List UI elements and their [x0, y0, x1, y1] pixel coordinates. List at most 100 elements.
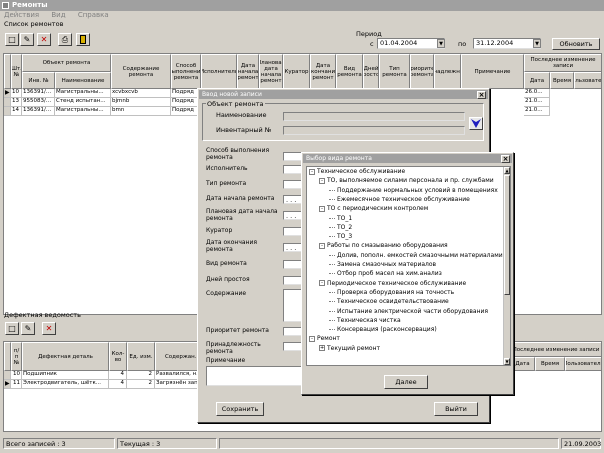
- col-method-header[interactable]: Способ выполнения ремонта: [171, 54, 201, 89]
- table-row-cell[interactable]: Подшипник: [22, 371, 109, 380]
- defect-delete-button[interactable]: ✕: [42, 322, 56, 335]
- tree-item[interactable]: - Ремонт: [309, 335, 340, 342]
- close-button[interactable]: ×: [477, 91, 486, 99]
- close-button[interactable]: ×: [501, 155, 510, 163]
- col-num-header[interactable]: Шт. №: [11, 54, 22, 89]
- defect-col-num-header[interactable]: п/п №: [11, 342, 22, 371]
- col-days-header[interactable]: Дней простоя: [363, 54, 379, 89]
- table-row-cell[interactable]: bmn: [111, 107, 171, 116]
- tree-item[interactable]: Долив, пополн. емкостей смазочными матер…: [329, 252, 503, 259]
- table-row-cell[interactable]: 4: [109, 380, 127, 389]
- repair-kind-tree[interactable]: - Техническое обслуживание - ТО, выполняемо…: [306, 166, 511, 366]
- menu-item-help[interactable]: Справка: [78, 11, 109, 19]
- select-object-button[interactable]: [469, 117, 483, 130]
- scroll-thumb[interactable]: [504, 175, 510, 295]
- tree-item[interactable]: - Работы по смазыванию оборудования: [319, 242, 448, 249]
- tree-item[interactable]: Техническая чистка: [329, 317, 401, 324]
- col-belongs-header[interactable]: Принадлежность: [434, 54, 461, 89]
- col-plan-header[interactable]: Плановая дата начала ремонт: [259, 54, 283, 89]
- table-row-cell[interactable]: 10: [11, 371, 22, 380]
- col-kind-header[interactable]: Вид ремонта: [336, 54, 363, 89]
- table-row-cell[interactable]: 955083/...: [22, 98, 55, 107]
- table-row-cell[interactable]: 11: [11, 380, 22, 389]
- table-row-cell[interactable]: Электродвигатель, шётк...: [22, 380, 109, 389]
- exit-button[interactable]: [76, 33, 90, 46]
- table-row-cell[interactable]: 14: [11, 107, 22, 116]
- edit-record-button[interactable]: ✎: [20, 33, 34, 46]
- collapse-icon[interactable]: -: [319, 205, 325, 212]
- scroll-down-icon[interactable]: ▼: [504, 358, 510, 365]
- table-row-cell[interactable]: Стенд испытан...: [55, 98, 111, 107]
- next-button[interactable]: Далее: [384, 375, 428, 389]
- tree-item[interactable]: ТО_1: [329, 215, 352, 222]
- table-row-cell[interactable]: Магистральны...: [55, 89, 111, 98]
- col-inv-header[interactable]: Инв. №: [22, 72, 55, 89]
- col-type-header[interactable]: Тип ремонта: [379, 54, 410, 89]
- defect-col-time-header[interactable]: Время: [535, 357, 565, 371]
- table-row-cell[interactable]: 2: [127, 380, 155, 389]
- tree-scrollbar[interactable]: ▲ ▼: [503, 167, 510, 365]
- tree-item[interactable]: + Текущий ремонт: [319, 345, 380, 352]
- inv-field[interactable]: [283, 126, 465, 135]
- col-content-header[interactable]: Содержание ремонта: [111, 54, 171, 89]
- collapse-icon[interactable]: -: [319, 177, 325, 184]
- table-row-cell[interactable]: 21.0...: [524, 98, 550, 107]
- table-row-cell[interactable]: 21.0...: [524, 107, 550, 116]
- period-to-field[interactable]: 31.12.2004: [473, 38, 541, 49]
- print-button[interactable]: ⎙: [58, 33, 72, 46]
- table-row-cell[interactable]: Магистральны...: [55, 107, 111, 116]
- tree-item[interactable]: ТО_2: [329, 224, 352, 231]
- collapse-icon[interactable]: -: [309, 168, 315, 175]
- tree-item[interactable]: Испытание электрической части оборудован…: [329, 308, 488, 315]
- period-from-field[interactable]: 01.04.2004: [377, 38, 445, 49]
- exit-dialog-button[interactable]: Выйти: [434, 402, 478, 416]
- defect-col-user-header[interactable]: Пользователь: [565, 357, 601, 371]
- col-curator-header[interactable]: Куратор: [283, 54, 310, 89]
- scroll-up-icon[interactable]: ▲: [504, 167, 510, 174]
- col-note-header[interactable]: Примечание: [461, 54, 524, 89]
- menu-item-view[interactable]: Вид: [51, 11, 65, 19]
- tree-item[interactable]: - Периодическое техническое обслуживание: [319, 280, 466, 287]
- tree-item[interactable]: Ежемесячное техническое обслуживание: [329, 196, 470, 203]
- tree-item[interactable]: Отбор проб масел на хим.анализ: [329, 270, 442, 277]
- name-field[interactable]: [283, 112, 465, 121]
- col-time-header[interactable]: Время: [550, 72, 574, 89]
- col-name-header[interactable]: Наименование: [55, 72, 111, 89]
- table-row-cell[interactable]: 136391/...: [22, 107, 55, 116]
- table-row-cell[interactable]: 26.0...: [524, 89, 550, 98]
- expand-icon[interactable]: +: [319, 345, 325, 352]
- table-row-cell[interactable]: 10: [11, 89, 22, 98]
- tree-item[interactable]: Техническое освидетельствование: [329, 298, 449, 305]
- defect-new-button[interactable]: □: [5, 322, 19, 335]
- table-row-cell[interactable]: 2: [127, 371, 155, 380]
- col-user-header[interactable]: Пользователь: [574, 72, 601, 89]
- menu-item-actions[interactable]: Действия: [4, 11, 39, 19]
- col-end-header[interactable]: Дата окончания ремонт: [310, 54, 336, 89]
- defect-edit-button[interactable]: ✎: [21, 322, 35, 335]
- col-executor-header[interactable]: Исполнитель: [201, 54, 237, 89]
- table-row-cell[interactable]: 136391/...: [22, 89, 55, 98]
- col-priority-header[interactable]: Приоритет ремонта: [410, 54, 434, 89]
- collapse-icon[interactable]: -: [319, 280, 325, 287]
- table-row-cell[interactable]: 4: [109, 371, 127, 380]
- defect-col-qty-header[interactable]: Кол-во: [109, 342, 127, 371]
- tree-item[interactable]: - ТО с периодическим контролем: [319, 205, 428, 212]
- table-row-cell[interactable]: xcvbxcvb: [111, 89, 171, 98]
- save-button[interactable]: Сохранить: [216, 402, 264, 416]
- tree-item[interactable]: ТО_3: [329, 233, 352, 240]
- collapse-icon[interactable]: -: [319, 242, 325, 249]
- to-dropdown-button[interactable]: ▼: [533, 39, 541, 48]
- table-row-cell[interactable]: bjmnb: [111, 98, 171, 107]
- new-record-button[interactable]: □: [5, 33, 19, 46]
- collapse-icon[interactable]: -: [309, 335, 315, 342]
- tree-item[interactable]: Проверка оборудования на точность: [329, 289, 454, 296]
- tree-item[interactable]: - Техническое обслуживание: [309, 168, 405, 175]
- tree-item[interactable]: Поддержание нормальных условий в помещен…: [329, 187, 498, 194]
- table-row-cell[interactable]: 13: [11, 98, 22, 107]
- tree-item[interactable]: Консервация (расконсервация): [329, 326, 437, 333]
- col-start-header[interactable]: Дата начала ремонт: [237, 54, 259, 89]
- from-dropdown-button[interactable]: ▼: [437, 39, 445, 48]
- refresh-button[interactable]: Обновить: [552, 38, 600, 50]
- tree-item[interactable]: - ТО, выполняемое силами персонала и пр. …: [319, 177, 494, 184]
- tree-item[interactable]: Замена смазочных материалов: [329, 261, 436, 268]
